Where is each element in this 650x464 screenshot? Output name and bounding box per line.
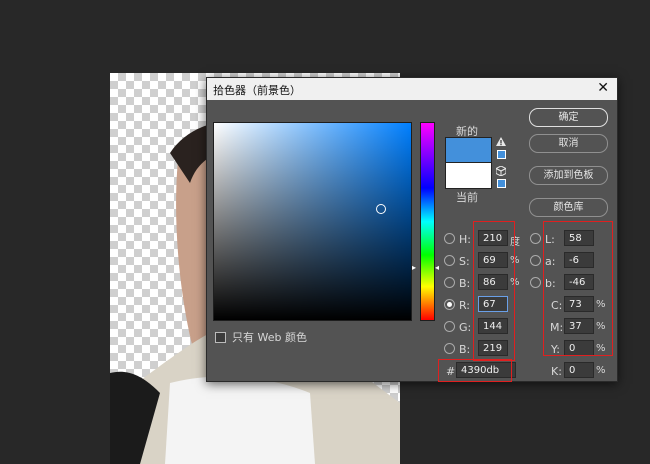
annotation-box-hsb-rgb <box>473 221 515 361</box>
ok-button[interactable]: 确定 <box>529 108 608 127</box>
radio-s[interactable] <box>444 255 455 266</box>
close-icon[interactable]: ✕ <box>597 80 609 96</box>
web-colors-label: 只有 Web 颜色 <box>232 331 307 344</box>
label-b: B: <box>459 277 471 290</box>
input-k[interactable]: 0 <box>564 362 594 378</box>
label-g: G: <box>459 321 472 334</box>
hue-slider[interactable] <box>420 122 435 321</box>
dialog-title: 拾色器（前景色） <box>213 84 301 97</box>
web-safe-swatch[interactable] <box>497 179 506 188</box>
cancel-button[interactable]: 取消 <box>529 134 608 153</box>
label-k: K: <box>551 365 562 378</box>
radio-r[interactable] <box>444 299 455 310</box>
color-libraries-button[interactable]: 颜色库 <box>529 198 608 217</box>
label-h: H: <box>459 233 471 246</box>
web-colors-only-toggle[interactable]: 只有 Web 颜色 <box>215 329 307 345</box>
gamut-swatch[interactable] <box>497 150 506 159</box>
web-colors-checkbox[interactable] <box>215 331 226 343</box>
radio-l[interactable] <box>530 233 541 244</box>
cube-icon[interactable] <box>496 166 506 176</box>
label-blue: B: <box>459 343 471 356</box>
current-color-label: 当前 <box>456 191 478 204</box>
annotation-box-lab-cmyk <box>543 221 613 356</box>
add-to-swatches-button[interactable]: 添加到色板 <box>529 166 608 185</box>
radio-h[interactable] <box>444 233 455 244</box>
radio-blue[interactable] <box>444 343 455 354</box>
hue-arrow-right-icon[interactable]: ◂ <box>435 263 439 272</box>
radio-b[interactable] <box>444 277 455 288</box>
color-picker-dialog: 拾色器（前景色） ✕ ▸ ◂ 只有 Web 颜色 新的 当前 确定 取消 添加到… <box>206 77 618 382</box>
warning-triangle-icon[interactable] <box>496 137 506 146</box>
saturation-brightness-field[interactable] <box>213 122 412 321</box>
new-color-swatch <box>445 137 492 164</box>
current-color-swatch[interactable] <box>445 162 492 189</box>
radio-lab-b[interactable] <box>530 277 541 288</box>
dialog-titlebar: 拾色器（前景色） ✕ <box>207 78 617 100</box>
field-cursor-circle[interactable] <box>376 204 386 214</box>
annotation-box-hex <box>438 359 512 382</box>
label-r: R: <box>459 299 471 312</box>
radio-a[interactable] <box>530 255 541 266</box>
unit-k: % <box>596 365 606 376</box>
radio-g[interactable] <box>444 321 455 332</box>
label-s: S: <box>459 255 470 268</box>
hue-arrow-left-icon[interactable]: ▸ <box>412 263 416 272</box>
